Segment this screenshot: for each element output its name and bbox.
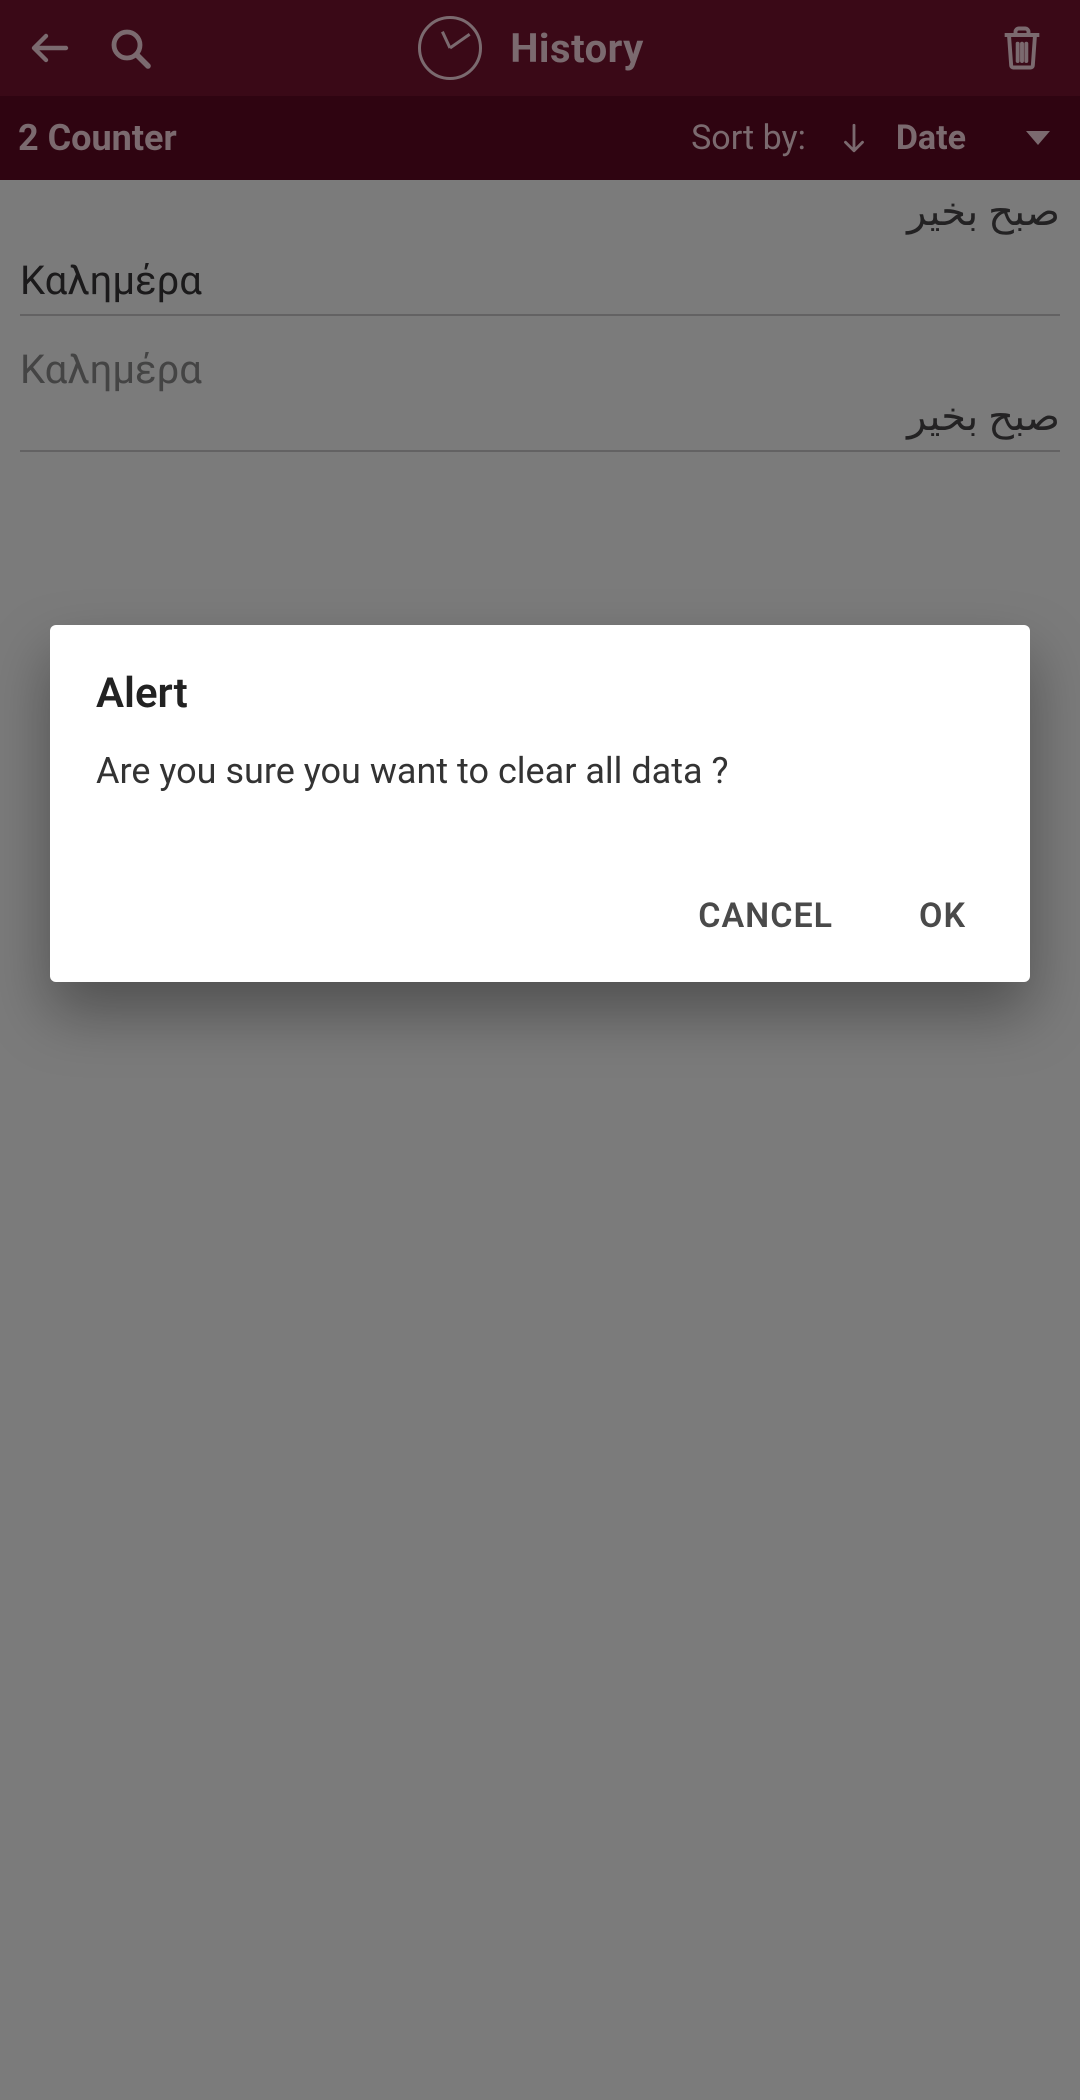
cancel-button[interactable]: CANCEL	[690, 886, 841, 946]
dialog-actions: CANCEL OK	[96, 886, 984, 962]
confirm-clear-dialog: Alert Are you sure you want to clear all…	[50, 625, 1030, 982]
modal-scrim[interactable]	[0, 0, 1080, 2100]
dialog-message: Are you sure you want to clear all data …	[96, 750, 984, 792]
ok-button[interactable]: OK	[911, 886, 974, 946]
dialog-title: Alert	[96, 669, 984, 718]
